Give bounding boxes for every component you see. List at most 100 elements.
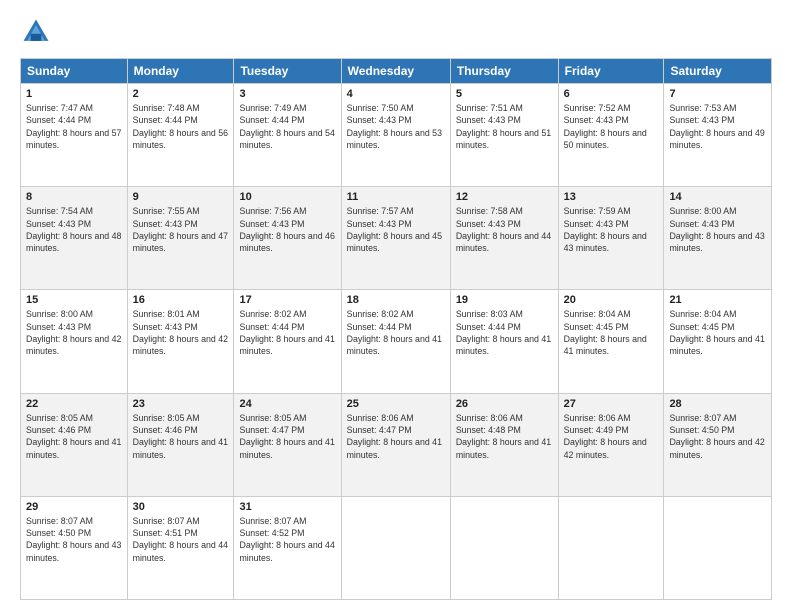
day-number: 14 xyxy=(669,191,766,203)
day-info: Sunrise: 7:54 AMSunset: 4:43 PMDaylight:… xyxy=(26,205,122,254)
calendar-cell: 22 Sunrise: 8:05 AMSunset: 4:46 PMDayligh… xyxy=(21,393,128,496)
day-info: Sunrise: 8:04 AMSunset: 4:45 PMDaylight:… xyxy=(669,308,766,357)
calendar-cell: 8 Sunrise: 7:54 AMSunset: 4:43 PMDaylight… xyxy=(21,187,128,290)
day-number: 10 xyxy=(239,191,335,203)
day-info: Sunrise: 7:52 AMSunset: 4:43 PMDaylight:… xyxy=(564,102,659,151)
day-info: Sunrise: 8:04 AMSunset: 4:45 PMDaylight:… xyxy=(564,308,659,357)
day-number: 22 xyxy=(26,398,122,410)
day-number: 6 xyxy=(564,88,659,100)
day-info: Sunrise: 7:59 AMSunset: 4:43 PMDaylight:… xyxy=(564,205,659,254)
calendar-cell: 6 Sunrise: 7:52 AMSunset: 4:43 PMDaylight… xyxy=(558,84,664,187)
calendar-cell xyxy=(450,496,558,599)
calendar-cell: 31Sunrise: 8:07 AMSunset: 4:52 PMDayligh… xyxy=(234,496,341,599)
day-number: 19 xyxy=(456,294,553,306)
day-info: Sunrise: 7:51 AMSunset: 4:43 PMDaylight:… xyxy=(456,102,553,151)
calendar-cell xyxy=(558,496,664,599)
calendar-cell: 16 Sunrise: 8:01 AMSunset: 4:43 PMDayligh… xyxy=(127,290,234,393)
day-number: 5 xyxy=(456,88,553,100)
day-number: 4 xyxy=(347,88,445,100)
weekday-header: Friday xyxy=(558,59,664,84)
day-info: Sunrise: 7:53 AMSunset: 4:43 PMDaylight:… xyxy=(669,102,766,151)
day-info: Sunrise: 8:00 AMSunset: 4:43 PMDaylight:… xyxy=(669,205,766,254)
day-number: 3 xyxy=(239,88,335,100)
logo-icon xyxy=(20,16,52,48)
day-number: 2 xyxy=(133,88,229,100)
calendar-cell: 7 Sunrise: 7:53 AMSunset: 4:43 PMDaylight… xyxy=(664,84,772,187)
day-info: Sunrise: 8:03 AMSunset: 4:44 PMDaylight:… xyxy=(456,308,553,357)
calendar-cell: 17 Sunrise: 8:02 AMSunset: 4:44 PMDayligh… xyxy=(234,290,341,393)
calendar-cell: 20 Sunrise: 8:04 AMSunset: 4:45 PMDayligh… xyxy=(558,290,664,393)
calendar-cell: 5 Sunrise: 7:51 AMSunset: 4:43 PMDaylight… xyxy=(450,84,558,187)
day-number: 27 xyxy=(564,398,659,410)
day-number: 21 xyxy=(669,294,766,306)
day-number: 16 xyxy=(133,294,229,306)
day-info: Sunrise: 8:02 AMSunset: 4:44 PMDaylight:… xyxy=(239,308,335,357)
calendar-cell: 11Sunrise: 7:57 AMSunset: 4:43 PMDayligh… xyxy=(341,187,450,290)
day-info: Sunrise: 8:01 AMSunset: 4:43 PMDaylight:… xyxy=(133,308,229,357)
weekday-header: Wednesday xyxy=(341,59,450,84)
day-number: 29 xyxy=(26,501,122,513)
day-number: 15 xyxy=(26,294,122,306)
day-number: 9 xyxy=(133,191,229,203)
calendar-cell: 13 Sunrise: 7:59 AMSunset: 4:43 PMDayligh… xyxy=(558,187,664,290)
calendar-cell: 24 Sunrise: 8:05 AMSunset: 4:47 PMDayligh… xyxy=(234,393,341,496)
day-number: 30 xyxy=(133,501,229,513)
day-number: 31 xyxy=(239,501,335,513)
page: SundayMondayTuesdayWednesdayThursdayFrid… xyxy=(0,0,792,612)
day-info: Sunrise: 7:57 AMSunset: 4:43 PMDaylight:… xyxy=(347,205,445,254)
day-info: Sunrise: 7:58 AMSunset: 4:43 PMDaylight:… xyxy=(456,205,553,254)
day-info: Sunrise: 8:06 AMSunset: 4:48 PMDaylight:… xyxy=(456,412,553,461)
day-number: 1 xyxy=(26,88,122,100)
calendar-cell: 26 Sunrise: 8:06 AMSunset: 4:48 PMDayligh… xyxy=(450,393,558,496)
day-number: 17 xyxy=(239,294,335,306)
day-info: Sunrise: 8:06 AMSunset: 4:49 PMDaylight:… xyxy=(564,412,659,461)
calendar-cell: 29 Sunrise: 8:07 AMSunset: 4:50 PMDayligh… xyxy=(21,496,128,599)
day-info: Sunrise: 8:05 AMSunset: 4:46 PMDaylight:… xyxy=(133,412,229,461)
day-info: Sunrise: 8:07 AMSunset: 4:51 PMDaylight:… xyxy=(133,515,229,564)
day-number: 18 xyxy=(347,294,445,306)
day-info: Sunrise: 7:55 AMSunset: 4:43 PMDaylight:… xyxy=(133,205,229,254)
day-number: 26 xyxy=(456,398,553,410)
calendar-cell: 1 Sunrise: 7:47 AMSunset: 4:44 PMDaylight… xyxy=(21,84,128,187)
day-info: Sunrise: 8:05 AMSunset: 4:46 PMDaylight:… xyxy=(26,412,122,461)
calendar-cell: 4 Sunrise: 7:50 AMSunset: 4:43 PMDaylight… xyxy=(341,84,450,187)
calendar-cell: 25Sunrise: 8:06 AMSunset: 4:47 PMDayligh… xyxy=(341,393,450,496)
calendar-cell: 21 Sunrise: 8:04 AMSunset: 4:45 PMDayligh… xyxy=(664,290,772,393)
day-info: Sunrise: 8:07 AMSunset: 4:50 PMDaylight:… xyxy=(669,412,766,461)
day-info: Sunrise: 7:47 AMSunset: 4:44 PMDaylight:… xyxy=(26,102,122,151)
calendar-cell: 10Sunrise: 7:56 AMSunset: 4:43 PMDayligh… xyxy=(234,187,341,290)
calendar-cell: 12 Sunrise: 7:58 AMSunset: 4:43 PMDayligh… xyxy=(450,187,558,290)
calendar-cell: 9 Sunrise: 7:55 AMSunset: 4:43 PMDaylight… xyxy=(127,187,234,290)
day-number: 8 xyxy=(26,191,122,203)
calendar-cell xyxy=(664,496,772,599)
day-number: 12 xyxy=(456,191,553,203)
calendar-cell: 15 Sunrise: 8:00 AMSunset: 4:43 PMDayligh… xyxy=(21,290,128,393)
day-info: Sunrise: 7:49 AMSunset: 4:44 PMDaylight:… xyxy=(239,102,335,151)
calendar-cell: 30 Sunrise: 8:07 AMSunset: 4:51 PMDayligh… xyxy=(127,496,234,599)
calendar-cell: 14 Sunrise: 8:00 AMSunset: 4:43 PMDayligh… xyxy=(664,187,772,290)
weekday-header: Saturday xyxy=(664,59,772,84)
calendar-cell: 3 Sunrise: 7:49 AMSunset: 4:44 PMDaylight… xyxy=(234,84,341,187)
logo xyxy=(20,16,56,48)
day-info: Sunrise: 8:06 AMSunset: 4:47 PMDaylight:… xyxy=(347,412,445,461)
day-info: Sunrise: 8:05 AMSunset: 4:47 PMDaylight:… xyxy=(239,412,335,461)
calendar-cell: 23 Sunrise: 8:05 AMSunset: 4:46 PMDayligh… xyxy=(127,393,234,496)
calendar-cell: 18 Sunrise: 8:02 AMSunset: 4:44 PMDayligh… xyxy=(341,290,450,393)
weekday-header: Monday xyxy=(127,59,234,84)
calendar-cell: 27 Sunrise: 8:06 AMSunset: 4:49 PMDayligh… xyxy=(558,393,664,496)
weekday-header: Sunday xyxy=(21,59,128,84)
day-number: 13 xyxy=(564,191,659,203)
day-number: 24 xyxy=(239,398,335,410)
day-number: 23 xyxy=(133,398,229,410)
day-number: 20 xyxy=(564,294,659,306)
day-number: 7 xyxy=(669,88,766,100)
day-info: Sunrise: 8:00 AMSunset: 4:43 PMDaylight:… xyxy=(26,308,122,357)
day-info: Sunrise: 8:02 AMSunset: 4:44 PMDaylight:… xyxy=(347,308,445,357)
weekday-header: Thursday xyxy=(450,59,558,84)
day-number: 28 xyxy=(669,398,766,410)
header xyxy=(20,16,772,48)
day-info: Sunrise: 7:50 AMSunset: 4:43 PMDaylight:… xyxy=(347,102,445,151)
day-info: Sunrise: 8:07 AMSunset: 4:50 PMDaylight:… xyxy=(26,515,122,564)
calendar-cell: 19 Sunrise: 8:03 AMSunset: 4:44 PMDayligh… xyxy=(450,290,558,393)
calendar-cell: 28 Sunrise: 8:07 AMSunset: 4:50 PMDayligh… xyxy=(664,393,772,496)
